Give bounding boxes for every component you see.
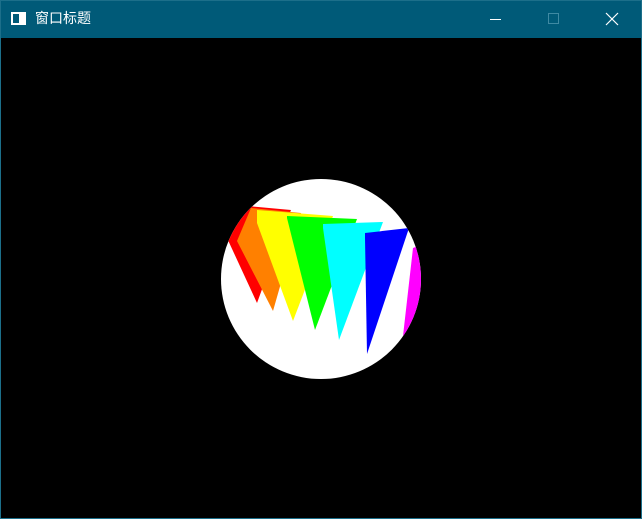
scene-graphic <box>221 179 421 379</box>
window-app-icon <box>11 12 26 25</box>
close-button[interactable] <box>583 1 641 38</box>
minimize-button[interactable] <box>467 1 525 38</box>
maximize-icon <box>548 13 559 24</box>
app-window: 窗口标题 <box>0 0 642 519</box>
maximize-button[interactable] <box>525 1 583 38</box>
render-canvas[interactable] <box>1 38 641 518</box>
minimize-icon <box>490 19 501 20</box>
close-icon <box>605 12 619 26</box>
title-bar[interactable]: 窗口标题 <box>1 1 641 38</box>
window-title: 窗口标题 <box>35 11 91 27</box>
